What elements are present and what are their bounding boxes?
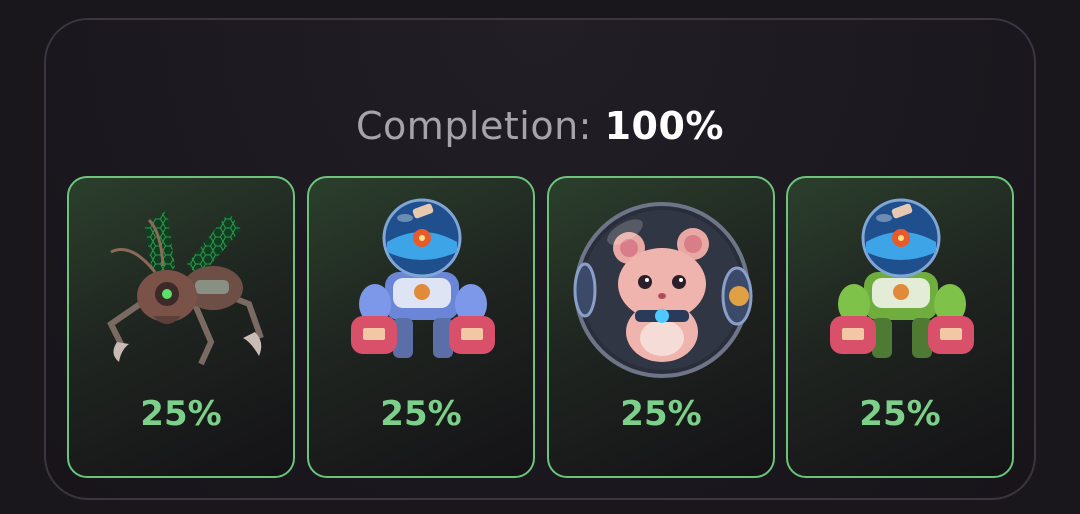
character-card-robot-ant[interactable]: 25% [67, 176, 295, 478]
card-percent: 25% [620, 394, 702, 434]
character-card-hamster[interactable]: 25% [547, 176, 775, 478]
hamster-ball-icon [563, 192, 761, 388]
blue-astronaut-robot-icon [323, 192, 521, 388]
character-card-blue-robot[interactable]: 25% [307, 176, 535, 478]
card-percent: 25% [380, 394, 462, 434]
robot-ant-icon [83, 192, 281, 388]
completion-title: Completion: 100% [46, 104, 1034, 148]
card-percent: 25% [859, 394, 941, 434]
green-astronaut-robot-icon [802, 192, 1000, 388]
card-percent: 25% [140, 394, 222, 434]
completion-label: Completion: [356, 104, 592, 148]
completion-value: 100% [604, 104, 724, 148]
character-card-green-robot[interactable]: 25% [786, 176, 1014, 478]
